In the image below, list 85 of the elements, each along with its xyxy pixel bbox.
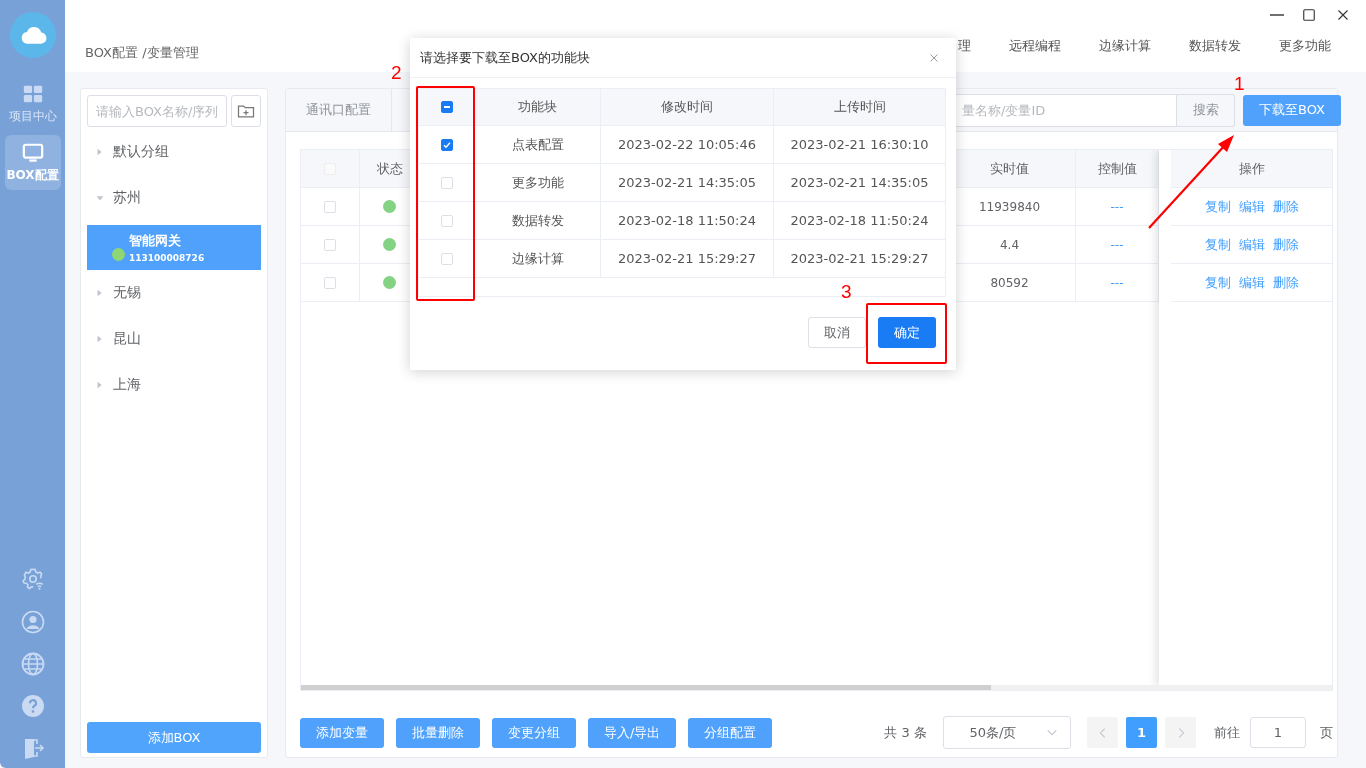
toolbar-button[interactable]: 变更分组: [492, 717, 576, 748]
nav-item[interactable]: 理: [958, 37, 971, 55]
table-cell: 2023-02-21 15:29:27: [617, 251, 757, 266]
scrollbar-thumb[interactable]: [301, 685, 991, 690]
table-cell: 2023-02-22 10:05:46: [617, 137, 757, 152]
action-link[interactable]: 编辑: [1238, 197, 1265, 216]
monitor-icon: [21, 141, 44, 164]
column-header: 功能块: [518, 98, 557, 116]
sidebar-item[interactable]: 项目中心: [4, 76, 61, 131]
action-link[interactable]: 编辑: [1238, 273, 1265, 292]
toolbar-button[interactable]: 导入/导出: [588, 717, 677, 748]
nav-item[interactable]: 边缘计算: [1099, 37, 1151, 55]
action-link[interactable]: 复制: [1204, 197, 1231, 216]
annotation-number: 1: [1234, 73, 1245, 95]
column-header: 修改时间: [661, 98, 713, 116]
user-icon: [20, 610, 45, 634]
device-item[interactable]: 智能网关 113100008726: [87, 225, 261, 270]
download-button[interactable]: 下载至BOX: [1243, 94, 1341, 126]
add-folder-button[interactable]: [231, 95, 261, 127]
annotation-number: 2: [391, 62, 402, 84]
table-cell: 数据转发: [511, 211, 564, 230]
device-name: 智能网关: [129, 232, 182, 250]
help-icon: [20, 694, 45, 718]
table-cell: 4.4: [999, 237, 1020, 252]
page-input[interactable]: 1: [1250, 717, 1306, 748]
tree-group[interactable]: 默认分组: [87, 129, 261, 175]
table-cell: 2023-02-21 16:30:10: [790, 137, 929, 152]
tree-group[interactable]: 上海: [87, 362, 261, 408]
annotation-number: 3: [841, 281, 852, 303]
table-cell: 2023-02-18 11:50:24: [617, 213, 757, 228]
action-link[interactable]: 删除: [1272, 235, 1299, 254]
total-count: 共 3 条: [884, 723, 927, 742]
nav-item[interactable]: 远程编程: [1009, 37, 1061, 55]
sidebar-item[interactable]: BOX配置: [4, 135, 61, 190]
caret-down-icon: [95, 193, 105, 203]
column-header: 状态: [376, 159, 403, 178]
tree-group[interactable]: 昆山: [87, 316, 261, 362]
maximize-icon: [1300, 6, 1318, 24]
table-cell: 2023-02-21 14:35:05: [617, 175, 757, 190]
page-unit: 页: [1320, 723, 1333, 742]
nav-item[interactable]: 数据转发: [1189, 37, 1241, 55]
search-field[interactable]: 请输入BOX名称/序列: [87, 95, 227, 127]
minimize-icon: [1270, 14, 1284, 16]
column-header: 控制值: [1097, 159, 1137, 178]
table-cell: ---: [1110, 237, 1124, 252]
column-header: 实时值: [990, 159, 1029, 178]
table-cell: ---: [1110, 199, 1124, 214]
checkbox[interactable]: [440, 101, 453, 113]
breadcrumb: BOX配置 /变量管理: [85, 44, 199, 62]
toolbar-button[interactable]: 分组配置: [688, 717, 773, 748]
table-cell: 2023-02-21 14:35:05: [790, 175, 929, 190]
column-header: 操作: [1238, 159, 1265, 178]
action-link[interactable]: 编辑: [1238, 235, 1265, 254]
column-header: 上传时间: [833, 98, 886, 116]
search-button[interactable]: 搜索: [1177, 93, 1235, 127]
table-cell: 2023-02-21 15:29:27: [790, 251, 929, 266]
goto-label: 前往: [1214, 723, 1240, 742]
confirm-button[interactable]: 确定: [878, 317, 936, 348]
add-box-button[interactable]: 添加BOX: [87, 722, 261, 753]
dialog-title: 请选择要下载至BOX的功能块: [420, 48, 590, 67]
action-link[interactable]: 复制: [1204, 235, 1231, 254]
toolbar-button[interactable]: 批量删除: [396, 717, 480, 748]
tree-group[interactable]: 无锡: [87, 270, 261, 316]
action-link[interactable]: 复制: [1204, 273, 1231, 292]
table-cell: 80592: [990, 275, 1029, 290]
table-cell: 边缘计算: [511, 249, 564, 268]
nav-item[interactable]: 更多功能: [1279, 37, 1331, 55]
action-link[interactable]: 删除: [1272, 197, 1299, 216]
page-size-select[interactable]: 50条/页: [943, 716, 1071, 749]
table-cell: 2023-02-18 11:50:24: [790, 213, 929, 228]
cancel-button[interactable]: 取消: [808, 317, 866, 348]
tree-group[interactable]: 苏州: [87, 175, 261, 221]
globe-icon: [20, 652, 45, 676]
toolbar-button[interactable]: 添加变量: [300, 717, 384, 748]
device-serial: 113100008726: [129, 253, 205, 263]
page-button[interactable]: 1: [1126, 717, 1157, 748]
prev-page-button[interactable]: [1087, 717, 1118, 748]
gear-wifi-icon: [19, 566, 46, 592]
table-cell: 更多功能: [511, 173, 564, 192]
table-cell: ---: [1110, 275, 1124, 290]
action-link[interactable]: 删除: [1272, 273, 1299, 292]
table-cell: 11939840: [978, 199, 1041, 214]
checkbox[interactable]: [440, 138, 453, 151]
table-cell: 点表配置: [511, 135, 564, 154]
next-page-button[interactable]: [1165, 717, 1196, 748]
